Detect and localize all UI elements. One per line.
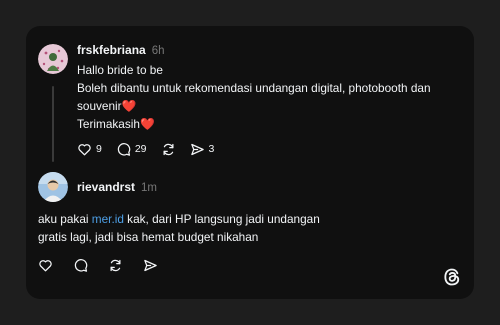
post-line-3-text: Terimakasih bbox=[77, 117, 140, 131]
repost-icon bbox=[161, 142, 176, 157]
send-icon bbox=[143, 258, 158, 273]
post-line-1: Hallo bride to be bbox=[77, 63, 163, 77]
send-icon bbox=[190, 142, 205, 157]
avatar-rievandrst[interactable] bbox=[38, 172, 68, 202]
comment-count: 29 bbox=[134, 143, 147, 155]
comment-button[interactable]: 29 bbox=[116, 142, 147, 157]
share-count: 3 bbox=[208, 143, 215, 155]
like-button[interactable]: 9 bbox=[77, 142, 102, 157]
post-text: Hallo bride to be Boleh dibantu untuk re… bbox=[77, 61, 467, 133]
reply-comment-button[interactable] bbox=[73, 258, 88, 273]
threads-logo-icon[interactable] bbox=[442, 267, 462, 287]
repost-button[interactable] bbox=[161, 142, 176, 157]
post-line-2: Boleh dibantu untuk rekomendasi undangan… bbox=[77, 79, 467, 115]
reply-line-1: aku pakai mer.id kak, dari HP langsung j… bbox=[38, 210, 458, 228]
like-count: 9 bbox=[96, 143, 102, 155]
repost-icon bbox=[108, 258, 123, 273]
merid-link[interactable]: mer.id bbox=[92, 212, 124, 226]
post-actions: 9 29 3 bbox=[77, 141, 228, 157]
reply-username[interactable]: rievandrst bbox=[77, 180, 135, 194]
reply-share-button[interactable] bbox=[143, 258, 158, 273]
heart-emoji: ❤️ bbox=[139, 117, 155, 131]
heart-icon bbox=[38, 258, 53, 273]
reply-repost-button[interactable] bbox=[108, 258, 123, 273]
reply-time: 1m bbox=[141, 182, 158, 194]
heart-emoji: ❤️ bbox=[121, 99, 137, 113]
reply-like-button[interactable] bbox=[38, 258, 53, 273]
comment-icon bbox=[73, 258, 88, 273]
reply-line-2: gratis lagi, jadi bisa hemat budget nika… bbox=[38, 230, 259, 244]
post-username[interactable]: frskfebriana bbox=[77, 43, 146, 57]
comment-icon bbox=[116, 142, 131, 157]
post-header: frskfebriana 6h bbox=[77, 43, 165, 58]
reply-text-after-link: kak, dari HP langsung jadi undangan bbox=[123, 212, 320, 226]
share-button[interactable]: 3 bbox=[190, 142, 215, 157]
post-time: 6h bbox=[151, 45, 165, 57]
thread-connector-line bbox=[52, 86, 54, 162]
post-line-3: Terimakasih❤️ bbox=[77, 115, 467, 133]
reply-text-before-link: aku pakai bbox=[38, 212, 92, 226]
reply-actions bbox=[38, 257, 178, 273]
reply-text: aku pakai mer.id kak, dari HP langsung j… bbox=[38, 210, 458, 246]
reply-header: rievandrst 1m bbox=[77, 180, 157, 195]
heart-icon bbox=[77, 142, 92, 157]
threads-card: frskfebriana 6h Hallo bride to be Boleh d… bbox=[26, 26, 474, 299]
avatar-frskfebriana[interactable] bbox=[38, 44, 68, 74]
